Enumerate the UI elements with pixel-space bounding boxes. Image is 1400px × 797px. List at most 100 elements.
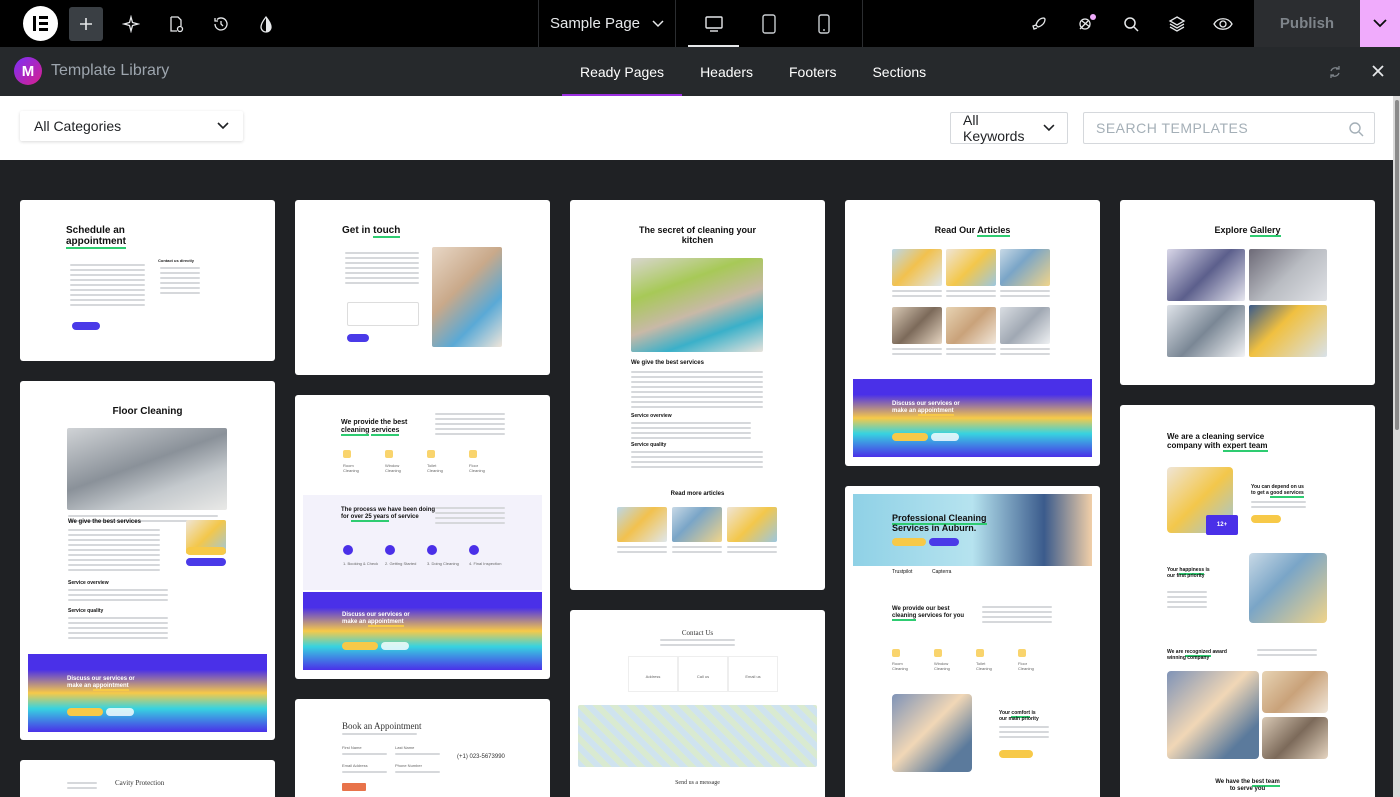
kitchen-photo	[631, 258, 763, 352]
cta-band: Discuss our services or make an appointm…	[303, 592, 542, 670]
section-heading: We give the best services	[68, 519, 141, 525]
tab-ready-pages[interactable]: Ready Pages	[562, 47, 683, 96]
ai-button[interactable]	[114, 7, 148, 41]
template-title: Read Our	[934, 225, 976, 235]
template-title-highlight: touch	[373, 225, 401, 238]
sparkle-icon	[122, 14, 140, 33]
sync-library-button[interactable]	[1325, 62, 1345, 82]
template-card-best-cleaning-services[interactable]: We provide the best cleaning services Ro…	[295, 395, 550, 679]
cta-band: Discuss our services or make an appointm…	[28, 654, 267, 732]
cleaner-photo	[432, 247, 502, 347]
elementor-logo-icon[interactable]	[23, 6, 58, 41]
template-card-kitchen-cleaning[interactable]: The secret of cleaning your kitchen We g…	[570, 200, 825, 590]
cta-band: Discuss our services or make an appointm…	[853, 379, 1092, 457]
template-grid: Schedule an appointment Contact us direc…	[0, 160, 1393, 797]
history-button[interactable]	[204, 7, 238, 41]
eye-icon	[1213, 17, 1233, 30]
tablet-view-button[interactable]	[741, 0, 796, 47]
notifications-button[interactable]	[1068, 7, 1102, 41]
team-photo	[892, 694, 972, 772]
desktop-view-button[interactable]	[686, 0, 741, 47]
chevron-down-icon	[1043, 124, 1055, 132]
tablet-icon	[761, 13, 776, 34]
notification-badge	[1090, 13, 1096, 20]
device-switcher	[686, 0, 851, 47]
search-icon	[1124, 16, 1139, 32]
chevron-down-icon	[1373, 19, 1387, 28]
history-icon	[214, 16, 228, 31]
template-title: Book an Appointment	[342, 721, 422, 731]
template-card-cavity-protection[interactable]: Cavity Protection	[20, 760, 275, 797]
preview-button[interactable]	[1206, 7, 1240, 41]
template-title-highlight: Gallery	[1250, 225, 1281, 237]
scrollbar-thumb[interactable]	[1395, 100, 1399, 430]
template-card-get-in-touch[interactable]: Get in touch	[295, 200, 550, 375]
page-selector[interactable]: Sample Page	[538, 0, 676, 47]
form-fields-preview	[345, 252, 419, 287]
launchpad-button[interactable]	[1022, 7, 1056, 41]
keywords-select[interactable]: All Keywords	[950, 112, 1068, 144]
sync-icon	[1330, 66, 1340, 78]
category-select-value: All Categories	[34, 118, 122, 134]
desktop-icon	[704, 15, 723, 32]
template-title: Schedule an	[66, 225, 125, 236]
finder-button[interactable]	[1114, 7, 1148, 41]
template-title: We are a cleaning service	[1167, 432, 1265, 441]
plus-icon	[80, 17, 92, 30]
message-box-preview	[347, 302, 419, 326]
template-title-highlight: appointment	[66, 236, 126, 249]
publish-options-button[interactable]	[1360, 0, 1400, 47]
tab-headers[interactable]: Headers	[682, 47, 771, 96]
library-title: Template Library	[51, 62, 170, 79]
divider	[862, 0, 863, 47]
template-card-schedule-appointment[interactable]: Schedule an appointment Contact us direc…	[20, 200, 275, 361]
page-title: Sample Page	[549, 15, 641, 32]
floor-photo	[67, 428, 227, 510]
page-settings-icon	[170, 15, 184, 32]
template-title: Contact Us	[681, 629, 714, 637]
library-logo-icon: M	[14, 57, 42, 85]
publish-button[interactable]: Publish	[1254, 0, 1360, 47]
template-card-professional-cleaning[interactable]: Professional Cleaning Services in Auburn…	[845, 486, 1100, 797]
template-title: The secret of cleaning your	[638, 225, 757, 235]
template-card-contact-us[interactable]: Contact Us Address Call us Email us Send…	[570, 610, 825, 797]
add-element-button[interactable]	[69, 6, 103, 41]
chevron-down-icon	[217, 122, 229, 130]
template-card-floor-cleaning[interactable]: Floor Cleaning We give the best services…	[20, 381, 275, 740]
search-templates-input[interactable]	[1084, 113, 1374, 143]
keywords-select-value: All Keywords	[963, 112, 1025, 144]
layers-icon	[1168, 15, 1186, 32]
search-templates	[1083, 112, 1375, 144]
template-title-highlight: Articles	[977, 225, 1011, 237]
template-library-header: M Template Library Ready Pages Headers F…	[0, 47, 1400, 96]
close-icon	[1372, 65, 1384, 77]
search-icon	[1349, 122, 1364, 137]
template-card-book-appointment[interactable]: Book an Appointment First Name Last Name…	[295, 699, 550, 797]
template-card-read-articles[interactable]: Read Our Articles Discuss our services o…	[845, 200, 1100, 466]
structure-button[interactable]	[1160, 7, 1194, 41]
experience-badge: 12+	[1206, 515, 1238, 535]
template-card-cleaning-company[interactable]: We are a cleaning service company with e…	[1120, 405, 1375, 797]
mobile-icon	[817, 13, 830, 34]
editor-top-bar: Sample Page Publish	[0, 0, 1400, 47]
site-settings-button[interactable]	[249, 7, 283, 41]
chevron-down-icon	[652, 19, 664, 27]
template-title: Cavity Protection	[115, 779, 165, 787]
template-title: We provide the best	[341, 419, 408, 426]
tab-footers[interactable]: Footers	[771, 47, 854, 96]
rocket-icon	[1032, 16, 1046, 30]
close-library-button[interactable]	[1367, 60, 1389, 82]
category-select[interactable]: All Categories	[20, 111, 243, 141]
template-card-explore-gallery[interactable]: Explore Gallery	[1120, 200, 1375, 385]
template-title: Explore	[1214, 225, 1248, 235]
template-title: Get in	[342, 225, 371, 236]
phone-number: (+1) 023-5673990	[457, 754, 505, 760]
filter-bar: All Categories All Keywords	[0, 96, 1393, 160]
droplet-icon	[260, 15, 272, 33]
map-preview	[578, 705, 817, 767]
right-toolbar	[1022, 0, 1240, 47]
page-settings-button[interactable]	[159, 7, 193, 41]
tab-sections[interactable]: Sections	[854, 47, 944, 96]
mobile-view-button[interactable]	[796, 0, 851, 47]
template-title: Floor Cleaning	[112, 406, 183, 417]
